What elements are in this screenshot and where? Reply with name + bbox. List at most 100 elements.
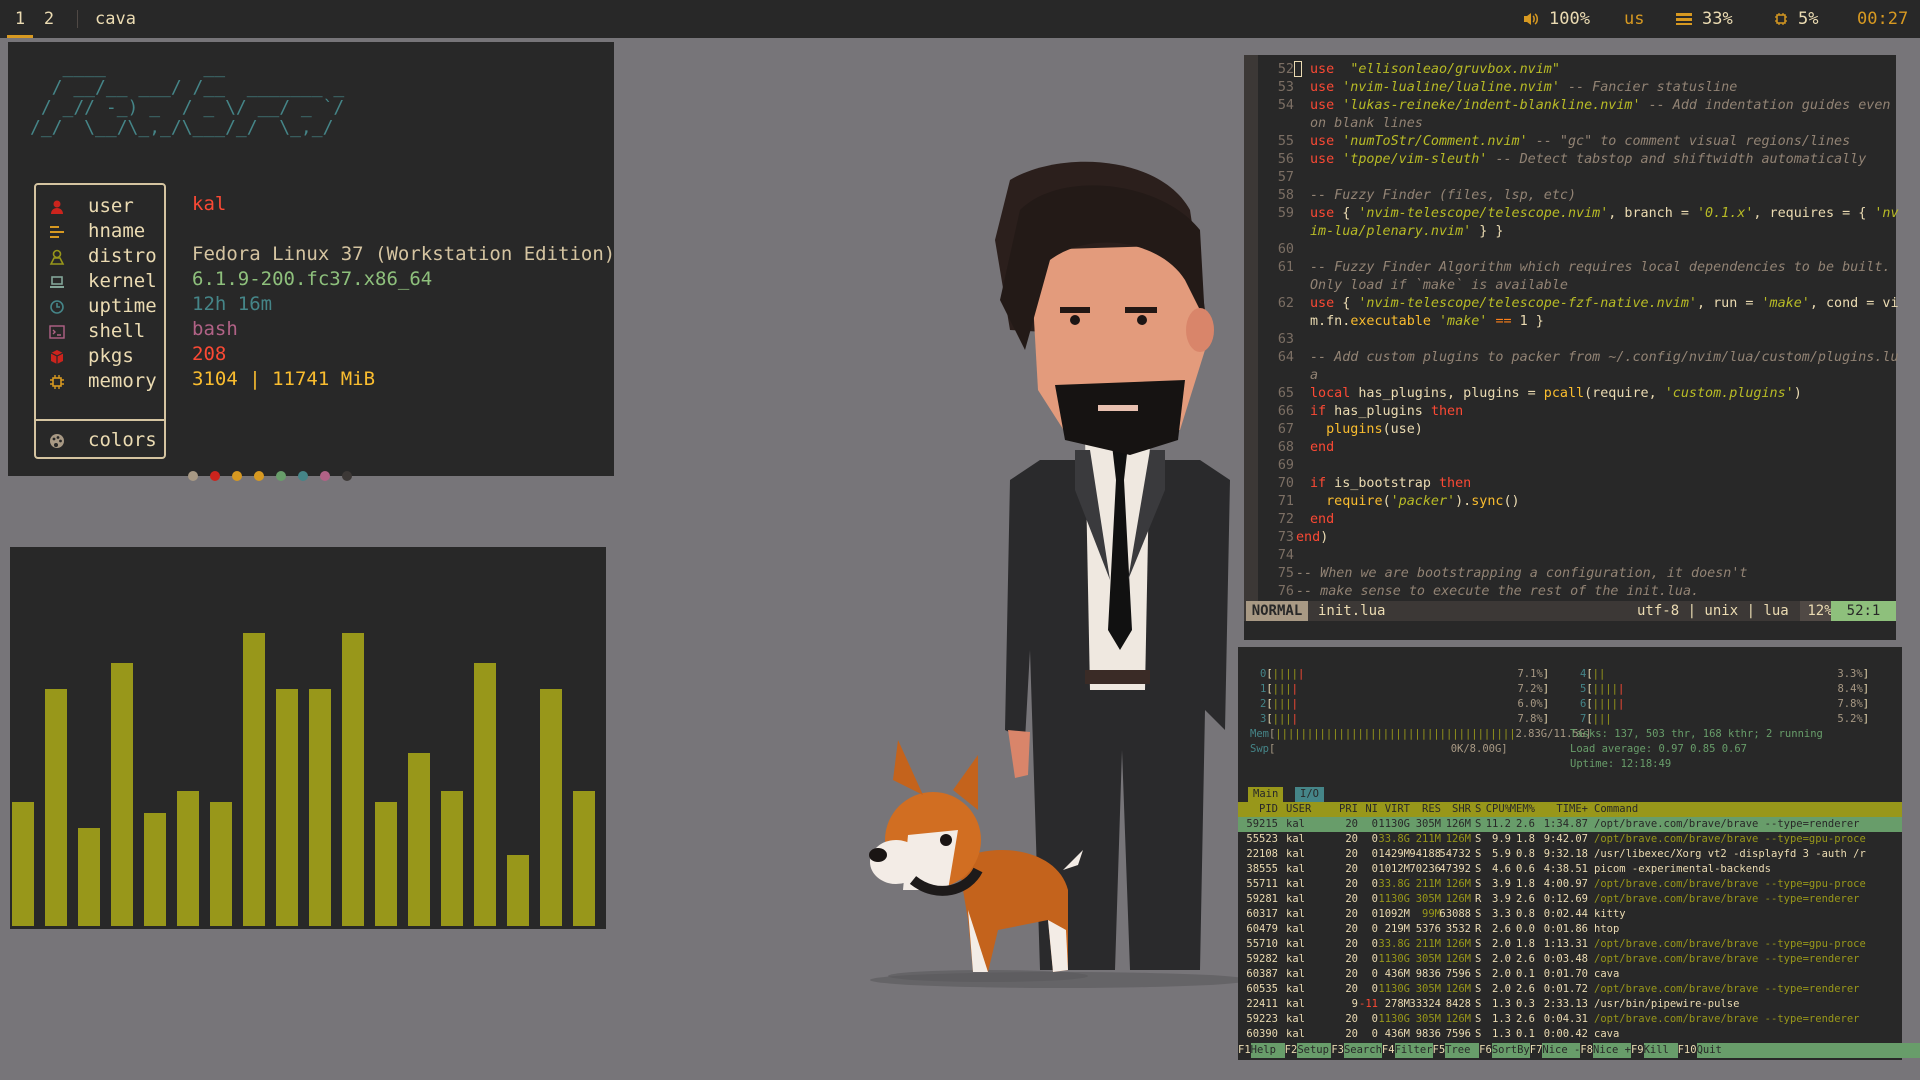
volume-value: 100%: [1549, 9, 1590, 29]
palette-dot: [276, 471, 286, 481]
tab-io[interactable]: I/O: [1295, 787, 1324, 802]
memory-widget[interactable]: 33%: [1676, 0, 1733, 38]
process-row[interactable]: 55523 kal 20 0 33.8G 211M 126M S 9.9 1.8 9:42.07/o…: [1238, 832, 1902, 847]
htop-window[interactable]: 0[||||| 7.1%] 1[|||| 7.2%] 2[|||| 6.0%] 3[||||…: [1238, 647, 1920, 1060]
cell: 0.6: [1516, 863, 1535, 875]
process-row[interactable]: 59215 kal 20 0 1130G 305M 126M S 11.2 2.6 1:34.87/…: [1238, 817, 1902, 832]
process-row[interactable]: 60390 kal 20 0 436M 9836 7596 S 1.3 0.1 0:00.42 cav…: [1238, 1027, 1902, 1042]
cell: 0:00.42: [1543, 1028, 1588, 1040]
info-value-shell: bash: [192, 318, 238, 340]
code-line[interactable]: a: [1310, 367, 1318, 385]
workspace-2-button[interactable]: 2: [36, 0, 62, 38]
process-row[interactable]: 59281 kal 20 0 1130G 305M 126M R 3.9 2.6 0:12.69/o…: [1238, 892, 1902, 907]
process-row[interactable]: 38555 kal 20 0 1012M 70236 47392 S 4.6 0.6 4:38.51…: [1238, 862, 1902, 877]
sign-column: [1244, 55, 1258, 603]
cpu-widget[interactable]: 5%: [1774, 0, 1818, 38]
fkey-f5[interactable]: F5Tree: [1432, 1043, 1480, 1058]
fkey-f10[interactable]: F10Quit: [1677, 1043, 1731, 1058]
code-line[interactable]: local has_plugins, plugins = pcall(requi…: [1310, 385, 1802, 403]
code-line[interactable]: Only load if `make` is available: [1310, 277, 1568, 295]
line-number: 55: [1277, 134, 1294, 149]
cell: 9:42.07: [1543, 833, 1588, 845]
hostname-icon: [50, 226, 64, 238]
code-line[interactable]: use 'numToStr/Comment.nvim' -- "gc" to c…: [1310, 133, 1850, 151]
code-line[interactable]: -- Fuzzy Finder Algorithm which requires…: [1310, 259, 1890, 277]
process-row[interactable]: 55710 kal 20 0 33.8G 211M 126M S 2.0 1.8 1:13.31/o…: [1238, 937, 1902, 952]
process-row[interactable]: 60479 kal 20 0 219M 5376 3532 R 2.6 0.0 0:01.86 hto…: [1238, 922, 1902, 937]
code-line[interactable]: m.fn.executable 'make' == 1 }: [1310, 313, 1544, 331]
neovim-editor-window[interactable]: 52 use "ellisonleao/gruvbox.nvim" 53 use 'n…: [1244, 55, 1899, 640]
cell: 0:01.86: [1543, 923, 1588, 935]
fkey-f3[interactable]: F3Search: [1331, 1043, 1382, 1058]
line-number: 63: [1277, 332, 1294, 347]
fkey-f8[interactable]: F8Nice +: [1580, 1043, 1631, 1058]
code-line[interactable]: if has_plugins then: [1310, 403, 1463, 421]
code-line[interactable]: -- Add custom plugins to packer from ~/.…: [1310, 349, 1899, 367]
cpu-meter: 1[|||| 7.2%]: [1260, 683, 1550, 695]
line-number: 57: [1277, 170, 1294, 185]
code-line[interactable]: end): [1296, 529, 1328, 547]
process-row[interactable]: 60317 kal 20 0 1092M 99M 63088 S 3.3 0.8 0:02.44 ki…: [1238, 907, 1902, 922]
neofetch-window[interactable]: ____ __ / __/__ ___/ /__ _______ _ / _//…: [8, 42, 615, 481]
clock-value: 00:27: [1857, 9, 1909, 29]
fkey-f6[interactable]: F6SortBy: [1479, 1043, 1530, 1058]
process-row[interactable]: 60535 kal 20 0 1130G 305M 126M S 2.0 2.6 0:01.72/o…: [1238, 982, 1902, 997]
clock-widget[interactable]: 00:27: [1857, 0, 1908, 38]
cava-bar: [507, 855, 529, 926]
palette-dot: [298, 471, 308, 481]
cell: /opt/brave.com/brave/brave --type=gpu-pr…: [1594, 938, 1866, 950]
code-line[interactable]: -- Fuzzy Finder (files, lsp, etc): [1310, 187, 1576, 205]
uptime-info: Uptime: 12:18:49: [1570, 758, 1672, 770]
code-line[interactable]: use 'tpope/vim-sleuth' -- Detect tabstop…: [1310, 151, 1866, 169]
keyboard-layout[interactable]: us: [1624, 0, 1644, 38]
cell: 60317: [1246, 908, 1278, 920]
process-row[interactable]: 59223 kal 20 0 1130G 305M 126M S 1.3 2.6 0:04.31/o…: [1238, 1012, 1902, 1027]
fkey-f1[interactable]: F1Help: [1238, 1043, 1285, 1058]
cell: 2.6: [1516, 1013, 1535, 1025]
laptop-icon: [50, 276, 64, 288]
code-line[interactable]: use { 'nvim-telescope/telescope.nvim', b…: [1310, 205, 1899, 223]
volume-widget[interactable]: 100%: [1523, 0, 1590, 38]
cava-visualizer-window[interactable]: [10, 547, 606, 929]
code-line[interactable]: use 'nvim-lualine/lualine.nvim' -- Fanci…: [1310, 79, 1737, 97]
code-line[interactable]: on blank lines: [1310, 115, 1423, 133]
fkey-f7[interactable]: F7Nice -: [1529, 1043, 1581, 1058]
process-row[interactable]: 59282 kal 20 0 1130G 305M 126M S 2.0 2.6 0:03.48/o…: [1238, 952, 1902, 967]
cell: /opt/brave.com/brave/brave --type=render…: [1594, 983, 1860, 995]
clock-icon: [50, 300, 64, 314]
code-line[interactable]: use 'lukas-reineke/indent-blankline.nvim…: [1310, 97, 1890, 115]
code-line[interactable]: -- When we are bootstrapping a configura…: [1296, 565, 1747, 583]
code-line[interactable]: if is_bootstrap then: [1310, 475, 1471, 493]
cursor: [1294, 61, 1302, 77]
process-row[interactable]: 22108 kal 20 0 1429M 94188 54732 S 5.9 0.8 9:32.18…: [1238, 847, 1902, 862]
code-line[interactable]: end: [1310, 439, 1334, 457]
cell: /opt/brave.com/brave/brave --type=render…: [1594, 893, 1860, 905]
code-line[interactable]: use "ellisonleao/gruvbox.nvim": [1310, 61, 1560, 79]
code-line[interactable]: end: [1310, 511, 1334, 529]
code-line[interactable]: -- make sense to execute the rest of the…: [1296, 583, 1699, 601]
code-line[interactable]: plugins(use): [1310, 421, 1423, 439]
fkey-f9[interactable]: F9Kill: [1630, 1043, 1678, 1058]
process-table-header[interactable]: PID USER PRI NI VIRT RES SHR S CPU% MEM% TIME+ Comm…: [1238, 802, 1902, 817]
fkey-f2[interactable]: F2Setup: [1284, 1043, 1332, 1058]
tab-main[interactable]: Main: [1248, 787, 1284, 802]
workspace-1-button[interactable]: 1: [7, 0, 33, 38]
process-row[interactable]: 55711 kal 20 0 33.8G 211M 126M S 3.9 1.8 4:00.97/o…: [1238, 877, 1902, 892]
cell: 0:01.72: [1543, 983, 1588, 995]
function-key-bar[interactable]: F1Help F2Setup F3SearchF4FilterF5Tree F6Sor…: [1238, 1043, 1920, 1058]
process-row[interactable]: 60387 kal 20 0 436M 9836 7596 S 2.0 0.1 0:01.70 cav…: [1238, 967, 1902, 982]
user-icon: [51, 200, 63, 214]
line-number: 76: [1277, 584, 1294, 599]
line-number: 65: [1277, 386, 1294, 401]
process-row[interactable]: 22411 kal 9 -11 278M 33324 8428 S 1.3 0.3 2:33.13/…: [1238, 997, 1902, 1012]
cell: 2.6: [1516, 893, 1535, 905]
code-line[interactable]: im-lua/plenary.nvim' } }: [1310, 223, 1504, 241]
fkey-f4[interactable]: F4Filter: [1381, 1043, 1433, 1058]
code-line[interactable]: use { 'nvim-telescope/telescope-fzf-nati…: [1310, 295, 1899, 313]
cell: 55711: [1246, 878, 1278, 890]
cell: 1.8: [1516, 878, 1535, 890]
code-line[interactable]: require('packer').sync(): [1310, 493, 1520, 511]
cpu-meter: 4[|| 3.3%]: [1580, 668, 1870, 680]
line-number: 52: [1277, 62, 1294, 77]
cell: PID: [1259, 803, 1278, 815]
